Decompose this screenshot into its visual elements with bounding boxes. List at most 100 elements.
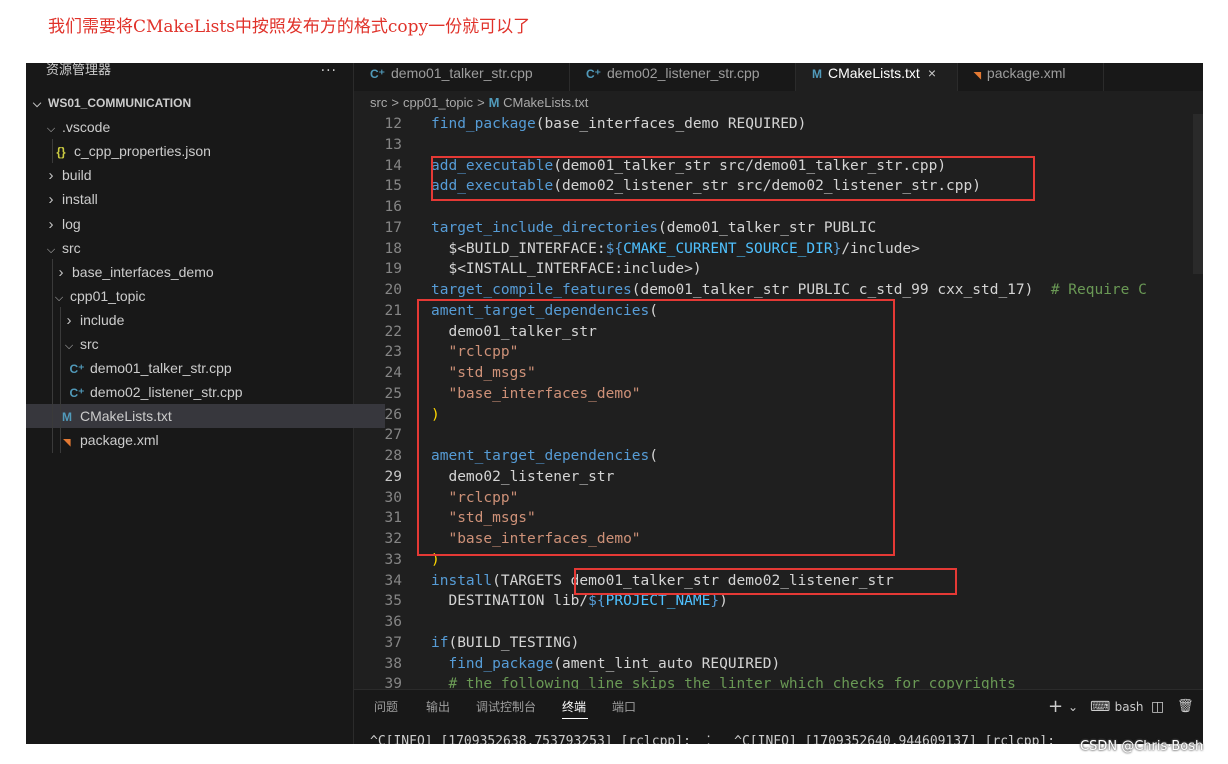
tree-item[interactable]: › base_interfaces_demo <box>26 260 381 284</box>
tree-item-label: log <box>62 215 81 232</box>
close-icon[interactable]: × <box>928 65 936 81</box>
code-token: } <box>710 593 720 610</box>
line-number: 16 <box>384 199 402 215</box>
code-line[interactable]: 37 if(BUILD_TESTING) <box>354 633 580 654</box>
line-number: 23 <box>384 344 402 361</box>
chevron-down-icon[interactable]: ⌵ <box>52 286 66 310</box>
editor-tab[interactable]: C⁺ demo02_listener_str.cpp <box>570 63 796 91</box>
tree-item[interactable]: ⌵ cpp01_topic <box>26 284 379 308</box>
chevron-right-icon[interactable]: › <box>44 213 58 237</box>
code-line[interactable]: 12 find_package(base_interfaces_demo REQU… <box>354 114 807 135</box>
tree-item[interactable]: › install <box>26 187 371 211</box>
code-line[interactable]: 36 <box>354 612 431 633</box>
editor-tab[interactable]: M CMakeLists.txt × <box>796 63 958 91</box>
tree-item-label: package.xml <box>80 432 159 449</box>
breadcrumb-separator: > <box>477 95 485 110</box>
tree-item[interactable]: › include <box>26 308 389 332</box>
breadcrumb-item[interactable]: cpp01_topic <box>403 95 473 110</box>
cmake-file-icon: M <box>488 95 504 110</box>
panel-tab-problems[interactable]: 问题 <box>374 698 398 716</box>
line-number: 38 <box>384 655 402 672</box>
panel-tab-terminal[interactable]: 终端 <box>562 698 586 716</box>
code-line[interactable]: 19 $<INSTALL_INTERFACE:include>) <box>354 259 702 280</box>
chevron-down-icon[interactable]: ⌵ <box>62 334 76 358</box>
annotation-box-add-executable <box>431 156 1035 201</box>
tree-item[interactable]: ◥ package.xml <box>26 428 385 452</box>
tree-item[interactable]: C⁺ demo01_talker_str.cpp <box>26 356 395 380</box>
chevron-down-icon[interactable]: ⌵ <box>44 238 58 262</box>
chevron-down-icon[interactable]: ⌄ <box>1068 698 1078 716</box>
minimap[interactable] <box>1193 114 1203 274</box>
chevron-right-icon[interactable]: › <box>62 309 76 333</box>
new-terminal-icon[interactable]: + <box>1048 698 1063 716</box>
tab-label: demo02_listener_str.cpp <box>607 65 760 81</box>
chevron-down-icon[interactable]: ⌵ <box>30 92 44 116</box>
annotation-box-install-targets <box>574 568 957 595</box>
tree-item[interactable]: › log <box>26 212 371 236</box>
code-line[interactable]: 18 $<BUILD_INTERFACE:${CMAKE_CURRENT_SOU… <box>354 239 920 260</box>
indent-guide <box>52 139 53 163</box>
code-line[interactable]: 20 target_compile_features(demo01_talker_… <box>354 280 1147 301</box>
tree-item[interactable]: M CMakeLists.txt <box>26 404 385 429</box>
chevron-right-icon[interactable]: › <box>44 164 58 188</box>
tree-item-label: install <box>62 191 98 208</box>
editor-tab[interactable]: ◥ package.xml <box>958 63 1104 91</box>
terminal-shell-selector[interactable]: ⌨ bash <box>1090 698 1144 716</box>
more-actions-icon[interactable]: ··· <box>321 63 337 79</box>
code-line[interactable]: 16 <box>354 197 431 218</box>
panel-tab-debug-console[interactable]: 调试控制台 <box>476 698 536 716</box>
tree-item[interactable]: ⌵ src <box>26 332 389 356</box>
code-token: find_package <box>431 116 536 132</box>
code-token: (demo01_talker_str PUBLIC <box>657 219 877 236</box>
line-number: 29 <box>384 468 402 485</box>
cpp-file-icon: C⁺ <box>370 67 385 81</box>
tree-item[interactable]: › build <box>26 163 371 187</box>
code-token: $<BUILD_INTERFACE: <box>431 240 606 257</box>
code-editor[interactable]: 39 # the following line skips the linter… <box>354 114 1203 689</box>
breadcrumb-item[interactable]: CMakeLists.txt <box>503 95 588 110</box>
breadcrumb-item[interactable]: src <box>370 95 387 110</box>
code-line[interactable]: 17 target_include_directories(demo01_talk… <box>354 218 877 239</box>
tree-item[interactable]: ⌵ WS01_COMMUNICATION <box>26 91 357 115</box>
code-line[interactable]: 38 find_package(ament_lint_auto REQUIRED… <box>354 654 781 675</box>
code-token: (ament_lint_auto REQUIRED) <box>553 655 781 672</box>
watermark: CSDN @Chris·Bosh <box>1080 739 1204 754</box>
tree-item[interactable]: ⌵ .vscode <box>26 115 371 139</box>
tree-item-label: demo01_talker_str.cpp <box>90 360 232 377</box>
code-token: $<INSTALL_INTERFACE:include>) <box>431 261 702 278</box>
cpp-file-icon: C⁺ <box>586 67 601 81</box>
cpp-file-icon: C⁺ <box>69 386 85 401</box>
tree-item[interactable]: {} c_cpp_properties.json <box>26 139 379 163</box>
tree-item-label: cpp01_topic <box>70 287 146 304</box>
line-number: 33 <box>384 551 402 568</box>
panel-tab-ports[interactable]: 端口 <box>612 698 636 716</box>
tree-item[interactable]: ⌵ src <box>26 236 371 260</box>
code-token: /include> <box>841 240 920 257</box>
cpp-file-icon: C⁺ <box>69 362 85 377</box>
tree-item-label: c_cpp_properties.json <box>74 143 211 160</box>
tree-item-label: demo02_listener_str.cpp <box>90 384 243 401</box>
trash-icon[interactable]: 🗑 <box>1177 698 1194 716</box>
code-line[interactable]: 13 <box>354 135 431 156</box>
line-number: 31 <box>384 510 402 527</box>
code-token: # Require C <box>1050 282 1147 298</box>
split-terminal-icon[interactable]: ◫ <box>1151 698 1164 716</box>
chevron-down-icon[interactable]: ⌵ <box>44 117 58 141</box>
panel-tab-output[interactable]: 输出 <box>426 698 450 716</box>
tree-item-label: WS01_COMMUNICATION <box>48 96 192 110</box>
line-number: 34 <box>384 572 402 589</box>
cmake-file-icon: M <box>812 67 822 81</box>
code-token: CMAKE_CURRENT_SOURCE_DIR <box>623 240 833 257</box>
line-number: 39 <box>384 676 402 689</box>
tree-item[interactable]: C⁺ demo02_listener_str.cpp <box>26 380 395 404</box>
editor-tab[interactable]: C⁺ demo01_talker_str.cpp <box>354 63 570 91</box>
shell-name: bash <box>1114 700 1144 714</box>
chevron-right-icon[interactable]: › <box>54 261 68 285</box>
explorer-title: 资源管理器 <box>46 63 112 78</box>
code-line[interactable]: 39 # the following line skips the linter… <box>354 674 1016 689</box>
chevron-right-icon[interactable]: › <box>44 188 58 212</box>
active-tab-indicator <box>562 718 588 719</box>
bottom-panel: 问题 输出 调试控制台 终端 端口 + ⌄ ⌨ bash ◫ 🗑 ^C[INFO… <box>354 689 1203 744</box>
